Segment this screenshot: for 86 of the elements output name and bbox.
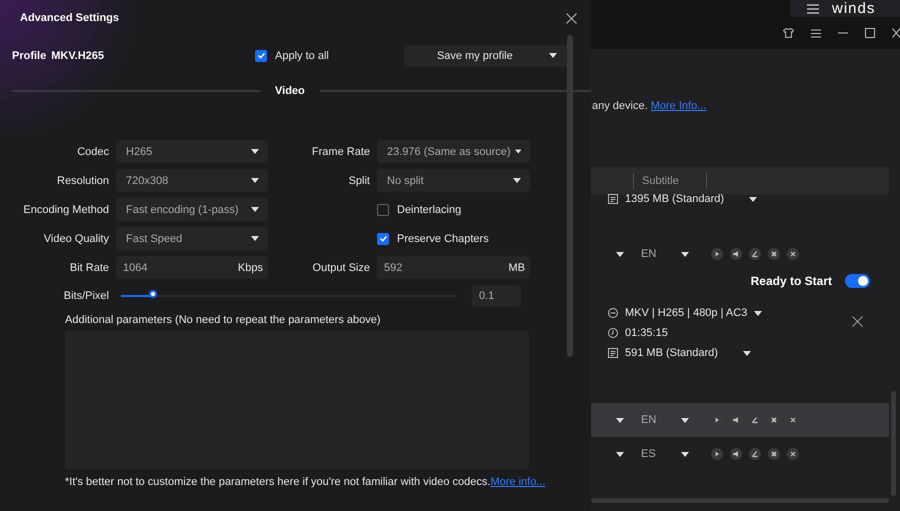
section-title: Video	[274, 85, 306, 97]
subtitle-row[interactable]: ES	[591, 437, 889, 471]
checkbox-label: Preserve Chapters	[397, 232, 489, 244]
edit-icon[interactable]	[749, 248, 761, 260]
dropdown[interactable]: Fast encoding (1-pass)	[116, 198, 268, 221]
close-icon[interactable]	[852, 316, 863, 327]
edit-icon[interactable]	[749, 448, 761, 460]
close-icon[interactable]	[787, 248, 799, 260]
caret-icon	[514, 149, 521, 154]
caret-icon[interactable]	[681, 252, 689, 256]
dropdown[interactable]: Fast Speed	[116, 227, 268, 250]
profile-label: Profile	[12, 50, 46, 62]
caret-icon	[548, 53, 557, 58]
value-field[interactable]: 0.1	[472, 285, 521, 307]
dialog-title: Advanced Settings	[20, 12, 120, 24]
additional-params-label: Additional parameters (No need to repeat the parameters above)	[64, 313, 382, 326]
caret-icon	[251, 178, 259, 183]
maximize-icon[interactable]	[865, 28, 875, 38]
description-text: any device.	[592, 100, 648, 112]
close-icon[interactable]	[892, 28, 900, 38]
field-label: Resolution	[56, 174, 109, 186]
dropdown[interactable]: 23.976 (Same as source)	[377, 140, 530, 163]
field-label: Frame Rate	[310, 146, 370, 158]
language-text: EN	[641, 248, 658, 260]
caret-icon	[251, 236, 259, 241]
caret-icon[interactable]	[616, 418, 624, 422]
toggle-switch[interactable]	[845, 274, 870, 288]
remove-icon[interactable]	[768, 448, 780, 460]
caret-icon[interactable]	[742, 350, 751, 356]
apply-label: Apply to all	[275, 50, 329, 62]
document-icon	[608, 194, 618, 204]
duration-text: 01:35:15	[625, 327, 668, 339]
field-label: Split	[348, 174, 370, 186]
language-text: ES	[641, 448, 657, 460]
caret-icon[interactable]	[616, 452, 624, 456]
field-label: Bit Rate	[68, 262, 109, 274]
caret-icon[interactable]	[681, 452, 689, 456]
caret-icon	[251, 149, 259, 154]
document-icon	[608, 348, 618, 358]
subtitle-row[interactable]: EN	[591, 403, 889, 437]
language-text: EN	[641, 414, 658, 426]
subtitle-row[interactable]: EN	[591, 237, 889, 271]
size-text: 591 MB (Standard)	[625, 347, 718, 359]
scrollbar[interactable]	[891, 391, 896, 496]
caret-icon	[251, 207, 259, 212]
checkbox[interactable]	[377, 204, 389, 216]
more-info-link[interactable]: More info...	[490, 476, 546, 488]
minimize-icon[interactable]	[838, 32, 848, 34]
field-label: Output Size	[312, 262, 370, 274]
column-header: Subtitle	[642, 175, 680, 187]
input-field[interactable]: 1064 Kbps	[116, 256, 268, 279]
profile-value: MKV.H265	[51, 50, 104, 62]
audio-icon[interactable]	[730, 448, 742, 460]
field-label: Codec	[76, 146, 109, 158]
close-icon[interactable]	[787, 448, 799, 460]
field-label: Encoding Method	[22, 204, 109, 216]
caret-icon[interactable]	[616, 252, 624, 256]
audio-icon[interactable]	[730, 248, 742, 260]
more-info-link[interactable]: More Info...	[650, 100, 706, 112]
menu-icon[interactable]	[811, 28, 821, 38]
dropdown[interactable]: H265	[116, 140, 268, 163]
apply-checkbox[interactable]	[255, 50, 268, 62]
menu-icon[interactable]	[807, 4, 819, 14]
shirt-icon[interactable]	[783, 28, 794, 38]
status-label: Ready to Start	[750, 274, 832, 288]
note-text: *It's better not to customize the parameters here if you're not familiar with video codecs.More info...	[64, 475, 546, 488]
dropdown[interactable]: No split	[377, 169, 530, 192]
play-icon[interactable]	[711, 248, 723, 260]
checkbox[interactable]	[377, 232, 389, 244]
logo-text: winds	[832, 0, 876, 17]
input-field[interactable]: 592 MB	[377, 256, 530, 279]
format-text: MKV | H265 | 480p | AC3	[625, 307, 748, 319]
scrollbar[interactable]	[567, 35, 573, 357]
caret-icon	[513, 178, 521, 183]
dropdown[interactable]: 720x308	[116, 169, 268, 192]
close-icon[interactable]	[566, 12, 577, 24]
size-text: 1395 MB (Standard)	[625, 193, 724, 205]
field-label: Video Quality	[42, 232, 109, 244]
field-label: Bits/Pixel	[62, 290, 109, 302]
scrollbar[interactable]	[591, 498, 889, 503]
caret-icon[interactable]	[754, 310, 762, 316]
clock-icon	[608, 328, 618, 338]
caret-icon[interactable]	[681, 418, 689, 422]
remove-icon[interactable]	[768, 248, 780, 260]
play-icon[interactable]	[711, 448, 723, 460]
checkbox-label: Deinterlacing	[397, 204, 462, 216]
